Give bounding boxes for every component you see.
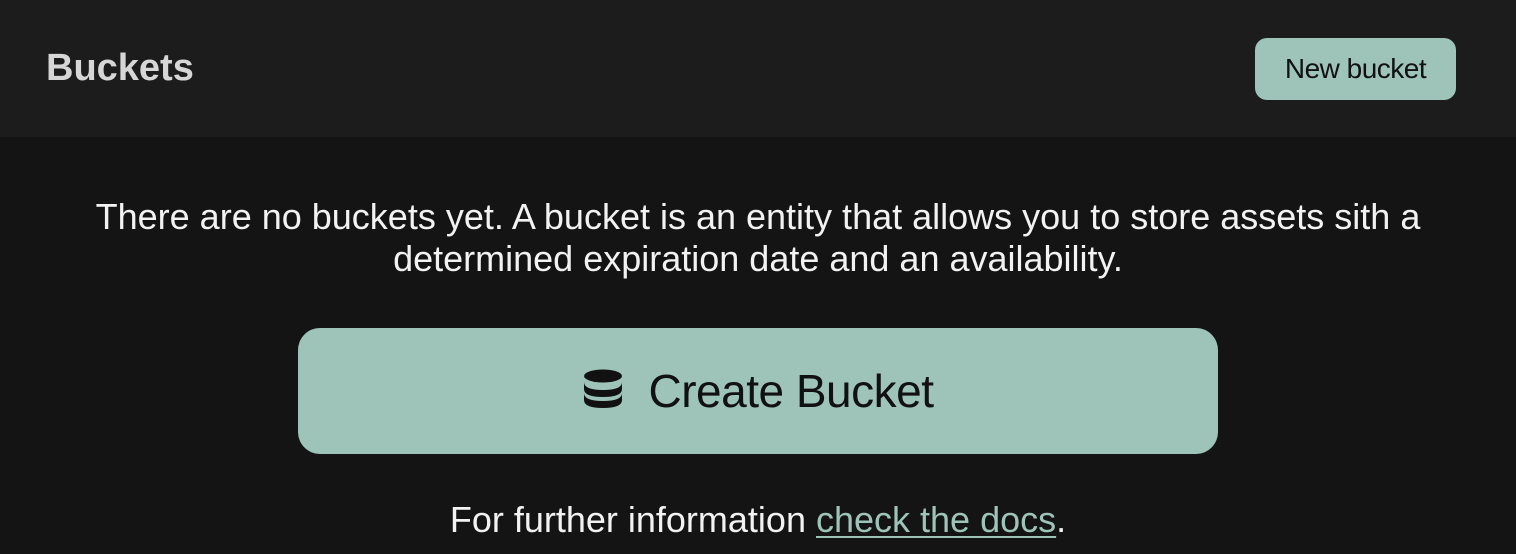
docs-hint-prefix: For further information <box>449 499 816 540</box>
page-title: Buckets <box>46 47 194 89</box>
empty-state: There are no buckets yet. A bucket is an… <box>0 137 1516 554</box>
create-bucket-label: Create Bucket <box>648 365 934 417</box>
page-header: Buckets New bucket <box>0 0 1516 137</box>
empty-state-description: There are no buckets yet. A bucket is an… <box>95 196 1421 279</box>
create-bucket-button[interactable]: Create Bucket <box>298 328 1218 454</box>
docs-hint-suffix: . <box>1056 499 1067 540</box>
docs-link[interactable]: check the docs <box>816 499 1056 540</box>
database-icon <box>583 369 623 413</box>
new-bucket-button[interactable]: New bucket <box>1255 38 1456 100</box>
docs-hint: For further information check the docs. <box>0 498 1516 542</box>
